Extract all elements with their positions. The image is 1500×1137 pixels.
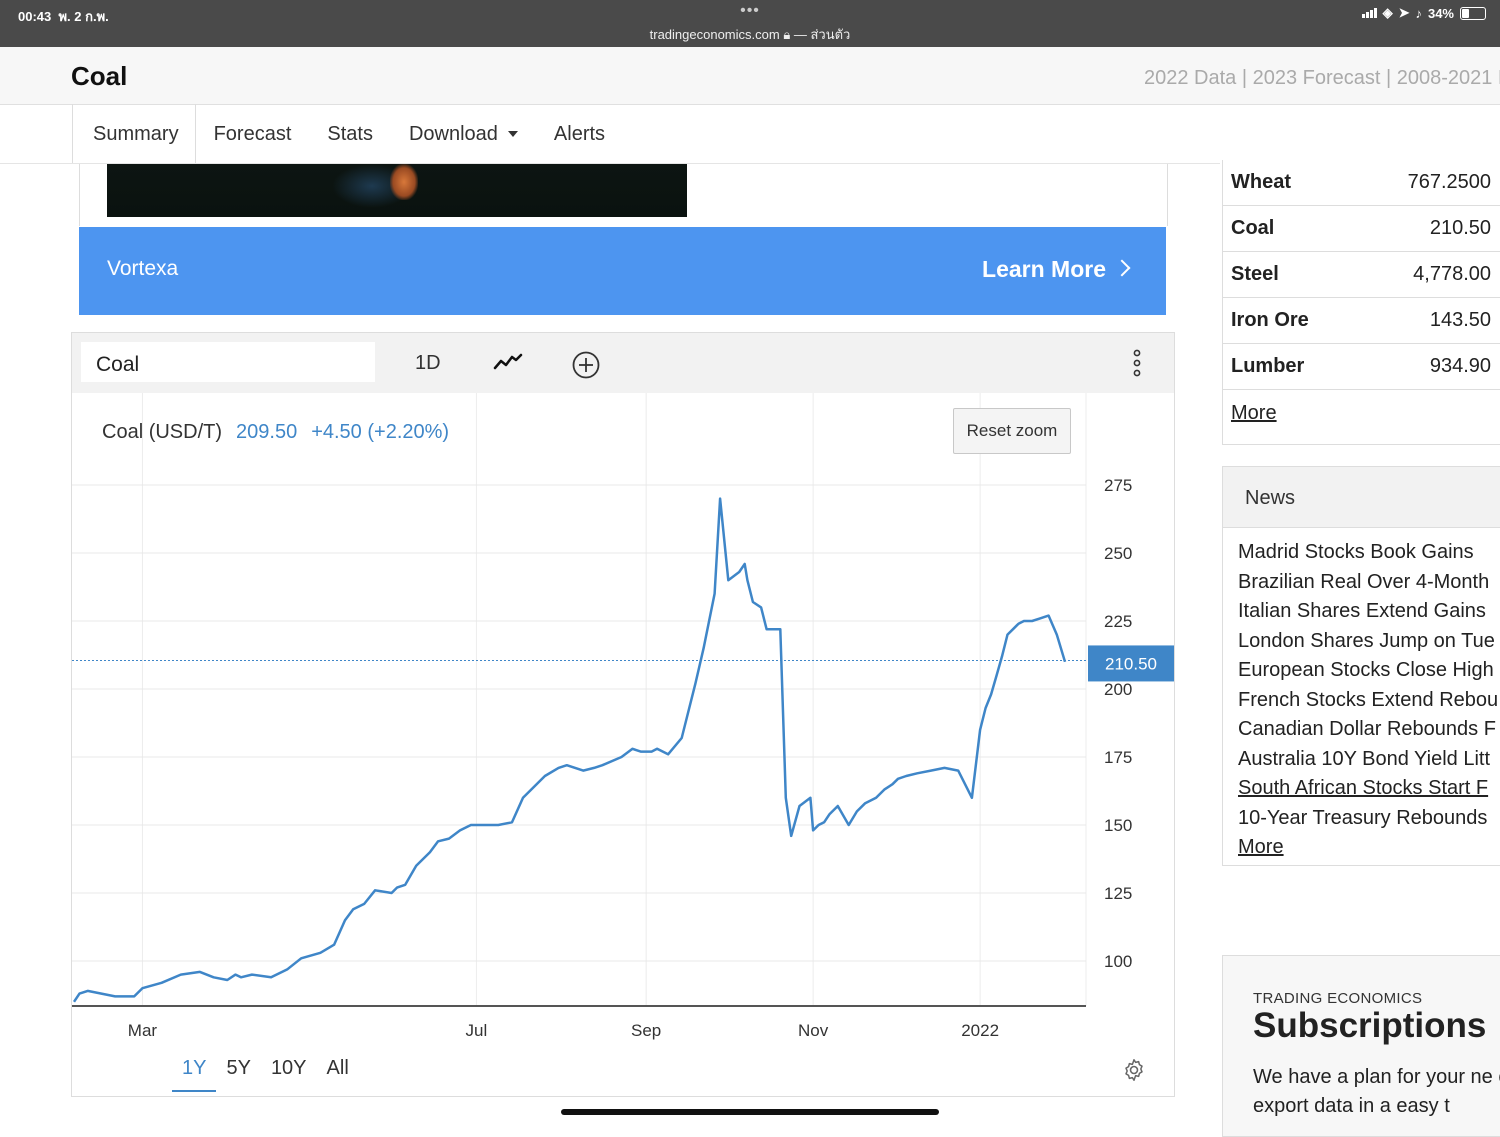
- news-heading: News: [1223, 467, 1500, 528]
- more-vertical-icon[interactable]: [1130, 349, 1144, 379]
- legend-value: 209.50: [236, 421, 298, 443]
- commodities-table: Wheat 767.2500 Coal 210.50 Steel 4,778.00 I…: [1222, 160, 1500, 445]
- table-row[interactable]: Coal 210.50: [1222, 206, 1500, 252]
- legend-change: +4.50 (+2.20%): [311, 421, 450, 443]
- x-tick-label: 2022: [961, 1021, 999, 1040]
- home-indicator[interactable]: [561, 1109, 939, 1115]
- wifi-icon: ◈: [1382, 5, 1393, 20]
- symbol-input[interactable]: Coal: [81, 342, 375, 382]
- commodities-more-link[interactable]: More: [1222, 390, 1500, 445]
- page-header: Coal 2022 Data | 2023 Forecast | 2008-20…: [0, 47, 1500, 105]
- address-bar[interactable]: tradingeconomics.com 🔒︎ — ส่วนตัว: [0, 24, 1500, 45]
- news-item[interactable]: French Stocks Extend Rebou: [1238, 686, 1500, 716]
- tab-stats[interactable]: Stats: [309, 104, 391, 164]
- x-tick-label: Jul: [466, 1021, 488, 1040]
- cellular-signal-icon: [1361, 8, 1377, 18]
- range-10y[interactable]: 10Y: [261, 1057, 317, 1092]
- section-tabs: Summary Forecast Stats Download Alerts: [72, 104, 623, 164]
- battery-percent: 34%: [1427, 5, 1454, 21]
- news-panel: News Madrid Stocks Book Gains Brazilian …: [1222, 466, 1500, 866]
- status-bar: 00:43 พ. 2 ก.พ. ••• tradingeconomics.com…: [0, 0, 1500, 47]
- news-item[interactable]: Brazilian Real Over 4-Month: [1238, 568, 1500, 598]
- subscriptions-heading: Subscriptions: [1253, 1006, 1487, 1045]
- y-tick-label: 250: [1104, 544, 1132, 563]
- x-tick-label: Nov: [798, 1021, 829, 1040]
- add-circle-icon[interactable]: [571, 350, 601, 380]
- range-selector: 1Y 5Y 10Y All: [172, 1057, 359, 1092]
- page-subtitle: 2022 Data | 2023 Forecast | 2008-2021 H: [1144, 67, 1500, 89]
- interval-button[interactable]: 1D: [415, 352, 441, 375]
- y-tick-label: 125: [1104, 884, 1132, 903]
- subscriptions-brand: TRADING ECONOMICS: [1253, 990, 1423, 1007]
- chevron-right-icon: [1113, 259, 1131, 277]
- news-more-link[interactable]: More: [1238, 833, 1500, 863]
- y-tick-label: 225: [1104, 612, 1132, 631]
- line-chart-icon[interactable]: [493, 351, 523, 373]
- news-item[interactable]: 10-Year Treasury Rebounds: [1238, 804, 1500, 834]
- legend-name: Coal (USD/T): [102, 421, 223, 443]
- battery-icon: [1460, 6, 1486, 20]
- table-row[interactable]: Lumber 934.90: [1222, 344, 1500, 390]
- news-item[interactable]: Canadian Dollar Rebounds F: [1238, 715, 1500, 745]
- range-all[interactable]: All: [317, 1057, 359, 1092]
- ad-image[interactable]: [107, 164, 687, 217]
- news-item[interactable]: South African Stocks Start F: [1238, 774, 1500, 804]
- range-5y[interactable]: 5Y: [216, 1057, 260, 1092]
- tab-alerts[interactable]: Alerts: [536, 104, 623, 164]
- headphones-icon: ♪: [1415, 5, 1422, 21]
- y-tick-label: 150: [1104, 816, 1132, 835]
- learn-more-button[interactable]: Learn More: [982, 256, 1106, 283]
- table-row[interactable]: Iron Ore 143.50: [1222, 298, 1500, 344]
- price-chart[interactable]: 100 125 150 175 200 225 250 275 Mar Jul Sep Nov 202…: [72, 393, 1174, 1093]
- y-tick-label: 200: [1104, 680, 1132, 699]
- table-row[interactable]: Wheat 767.2500: [1222, 160, 1500, 206]
- news-item[interactable]: London Shares Jump on Tue: [1238, 627, 1500, 657]
- x-tick-label: Sep: [631, 1021, 661, 1040]
- news-item[interactable]: Madrid Stocks Book Gains: [1238, 538, 1500, 568]
- tab-download[interactable]: Download: [391, 104, 536, 164]
- table-row[interactable]: Steel 4,778.00: [1222, 252, 1500, 298]
- news-item[interactable]: Italian Shares Extend Gains: [1238, 597, 1500, 627]
- chart-legend: Coal (USD/T) 209.50 +4.50 (+2.20%): [102, 421, 449, 444]
- tab-overview-dots[interactable]: •••: [0, 2, 1500, 20]
- tab-summary[interactable]: Summary: [72, 104, 196, 164]
- caret-down-icon: [507, 131, 518, 137]
- chart-panel: Coal 1D 100 125 150 175 200 225 250 275 Mar Jul S…: [71, 332, 1175, 1097]
- y-tick-label: 175: [1104, 748, 1132, 767]
- subscriptions-text: We have a plan for your ne can export da…: [1253, 1066, 1500, 1117]
- x-tick-label: Mar: [128, 1021, 158, 1040]
- subscriptions-card: TRADING ECONOMICS Subscriptions We have …: [1222, 955, 1500, 1137]
- news-item[interactable]: European Stocks Close High: [1238, 656, 1500, 686]
- lock-icon: 🔒︎: [783, 27, 791, 42]
- ad-brand: Vortexa: [107, 257, 179, 280]
- last-price-label: 210.50: [1105, 654, 1157, 673]
- y-tick-label: 100: [1104, 952, 1132, 971]
- ad-banner[interactable]: Vortexa Learn More: [79, 227, 1166, 315]
- tab-forecast[interactable]: Forecast: [196, 104, 310, 164]
- gear-icon[interactable]: [1122, 1058, 1146, 1082]
- page-title: Coal: [71, 61, 128, 91]
- series-line: [72, 497, 1067, 1003]
- y-tick-label: 275: [1104, 476, 1132, 495]
- range-1y[interactable]: 1Y: [172, 1057, 217, 1092]
- location-icon: ➤: [1398, 5, 1410, 20]
- status-icons: ◈ ➤ ♪ 34%: [1361, 5, 1486, 21]
- chart-toolbar: Coal 1D: [72, 333, 1174, 393]
- reset-zoom-button[interactable]: Reset zoom: [953, 408, 1071, 454]
- news-item[interactable]: Australia 10Y Bond Yield Litt: [1238, 745, 1500, 775]
